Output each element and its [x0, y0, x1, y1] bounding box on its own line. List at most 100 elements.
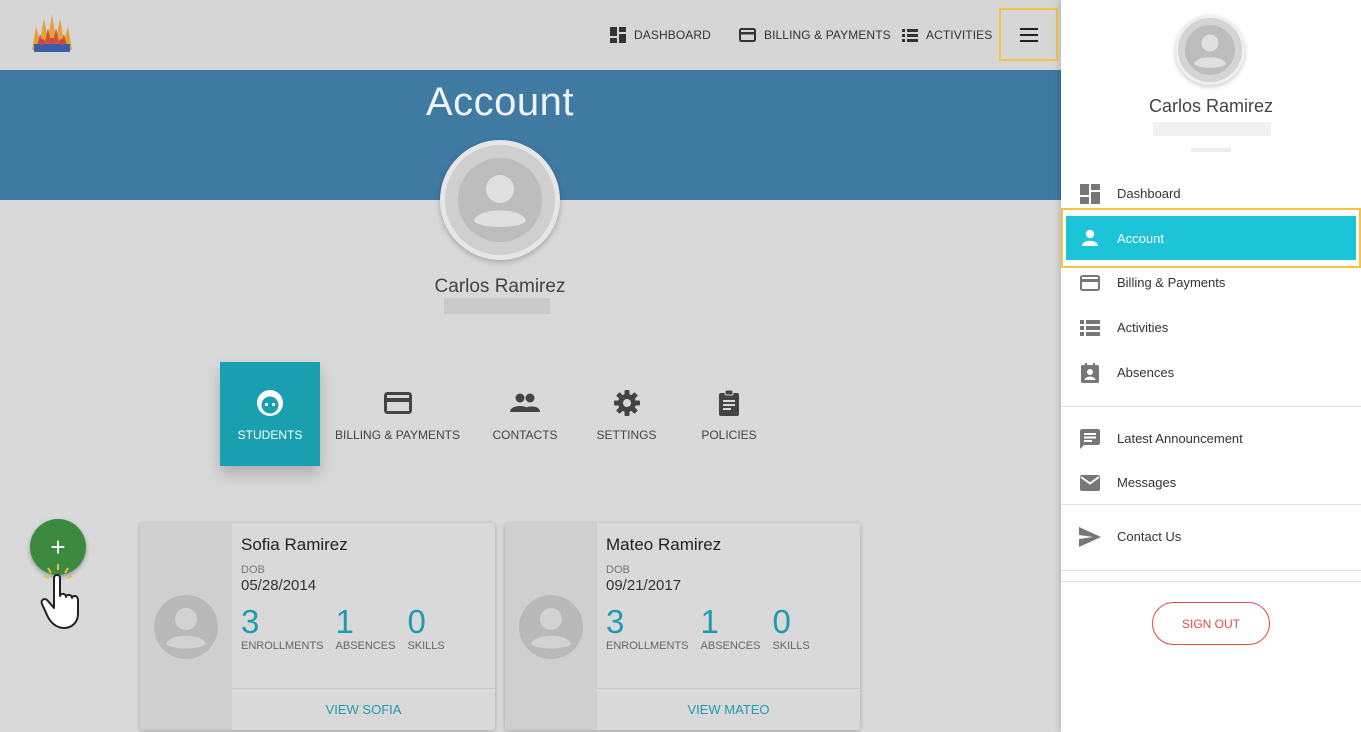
profile-avatar[interactable] [440, 140, 560, 260]
drawer-item-label: Messages [1117, 475, 1177, 490]
person-icon [1079, 227, 1101, 249]
dob-value: 09/21/2017 [606, 577, 682, 594]
drawer-divider [1061, 581, 1361, 582]
skills-count: 0 [407, 603, 426, 640]
tab-policies[interactable]: POLICIES [678, 362, 780, 466]
menu-button[interactable] [999, 8, 1058, 61]
student-photo [140, 523, 232, 730]
sign-out-button[interactable]: SIGN OUT [1152, 602, 1270, 645]
nav-billing[interactable]: BILLING & PAYMENTS [739, 0, 891, 70]
drawer-item-label: Latest Announcement [1117, 431, 1243, 446]
dashboard-icon [610, 27, 626, 43]
drawer-item-messages[interactable]: Messages [1061, 460, 1361, 505]
student-info: Sofia Ramirez DOB 05/28/2014 3 ENROLLMEN… [241, 535, 487, 652]
drawer-divider [1061, 406, 1361, 407]
drawer-item-account[interactable]: Account [1066, 216, 1356, 260]
calendar-person-icon [1079, 362, 1101, 384]
hamburger-icon [1019, 27, 1038, 42]
navigation-drawer: Carlos Ramirez Dashboard Account Billing… [1061, 0, 1361, 732]
brand-logo[interactable] [28, 12, 76, 54]
account-tabs: STUDENTS BILLING & PAYMENTS CONTACTS SET… [220, 362, 780, 466]
student-card: Mateo Ramirez DOB 09/21/2017 3 ENROLLMEN… [505, 523, 860, 730]
redacted-detail [1191, 148, 1231, 152]
student-face-icon [255, 388, 285, 418]
people-icon [510, 388, 540, 418]
dob-value: 05/28/2014 [241, 577, 317, 594]
person-icon [458, 158, 542, 242]
tab-contacts[interactable]: CONTACTS [475, 362, 575, 466]
stat-enrollments: 3 ENROLLMENTS [606, 603, 689, 653]
tab-contacts-label: CONTACTS [492, 428, 558, 442]
redacted-detail [444, 298, 550, 314]
student-name: Mateo Ramirez [606, 535, 722, 554]
nav-dashboard[interactable]: DASHBOARD [610, 0, 711, 70]
stat-absences: 1 ABSENCES [700, 603, 761, 653]
person-icon [1185, 25, 1235, 75]
enrollments-label: ENROLLMENTS [241, 640, 324, 652]
tab-settings-label: SETTINGS [596, 428, 657, 442]
person-icon [519, 594, 583, 659]
person-icon [154, 594, 218, 659]
tab-policies-label: POLICIES [701, 428, 757, 442]
page-title: Account [425, 80, 575, 124]
student-name: Sofia Ramirez [241, 535, 348, 554]
list-icon [1079, 317, 1101, 339]
list-icon [902, 28, 918, 42]
student-stats: 3 ENROLLMENTS 1 ABSENCES 0 SKILLS [241, 603, 487, 653]
enrollments-count: 3 [606, 603, 625, 640]
drawer-item-label: Absences [1117, 365, 1175, 380]
drawer-item-label: Dashboard [1117, 186, 1181, 201]
drawer-item-label: Account [1117, 230, 1164, 246]
view-student-button[interactable]: VIEW MATEO [597, 688, 860, 730]
mail-icon [1079, 472, 1101, 494]
chat-icon [1079, 428, 1101, 450]
drawer-item-announcement[interactable]: Latest Announcement [1061, 416, 1361, 461]
tab-settings[interactable]: SETTINGS [575, 362, 678, 466]
drawer-divider [1061, 504, 1361, 505]
nav-dashboard-label: DASHBOARD [634, 28, 711, 42]
stat-absences: 1 ABSENCES [335, 603, 396, 653]
tab-billing-payments[interactable]: BILLING & PAYMENTS [320, 362, 475, 466]
stat-enrollments: 3 ENROLLMENTS [241, 603, 324, 653]
credit-card-icon [383, 388, 412, 418]
credit-card-icon [1079, 272, 1101, 294]
drawer-item-activities[interactable]: Activities [1061, 305, 1361, 350]
drawer-item-contact-us[interactable]: Contact Us [1061, 514, 1361, 559]
nav-billing-label: BILLING & PAYMENTS [764, 28, 891, 42]
drawer-item-label: Activities [1117, 320, 1169, 335]
skills-count: 0 [772, 603, 791, 640]
stat-skills: 0 SKILLS [407, 603, 445, 653]
drawer-item-billing[interactable]: Billing & Payments [1061, 260, 1361, 305]
view-student-button[interactable]: VIEW SOFIA [232, 688, 495, 730]
drawer-item-label: Billing & Payments [1117, 275, 1226, 290]
tab-students[interactable]: STUDENTS [220, 362, 320, 466]
absences-count: 1 [700, 603, 719, 640]
redacted-detail [1153, 122, 1271, 136]
absences-count: 1 [335, 603, 354, 640]
enrollments-label: ENROLLMENTS [606, 640, 689, 652]
tab-students-label: STUDENTS [237, 428, 303, 442]
absences-label: ABSENCES [335, 640, 396, 652]
drawer-divider [1061, 570, 1361, 571]
dashboard-icon [1079, 183, 1101, 205]
drawer-user-name: Carlos Ramirez [1148, 96, 1274, 116]
student-info: Mateo Ramirez DOB 09/21/2017 3 ENROLLMEN… [606, 535, 852, 652]
tab-billing-label: BILLING & PAYMENTS [335, 428, 460, 442]
send-icon [1079, 526, 1101, 548]
student-photo [505, 523, 597, 730]
clipboard-icon [718, 388, 740, 418]
pointer-hand-icon [40, 564, 79, 629]
skills-label: SKILLS [407, 640, 445, 652]
dob-label: DOB [606, 564, 630, 576]
student-card: Sofia Ramirez DOB 05/28/2014 3 ENROLLMEN… [140, 523, 495, 730]
nav-activities[interactable]: ACTIVITIES [902, 0, 992, 70]
nav-activities-label: ACTIVITIES [926, 28, 993, 42]
credit-card-icon [739, 28, 756, 42]
absences-label: ABSENCES [700, 640, 761, 652]
enrollments-count: 3 [241, 603, 260, 640]
drawer-item-absences[interactable]: Absences [1061, 350, 1361, 395]
profile-name: Carlos Ramirez [434, 276, 566, 297]
skills-label: SKILLS [772, 640, 810, 652]
drawer-avatar[interactable] [1175, 15, 1245, 85]
student-stats: 3 ENROLLMENTS 1 ABSENCES 0 SKILLS [606, 603, 852, 653]
